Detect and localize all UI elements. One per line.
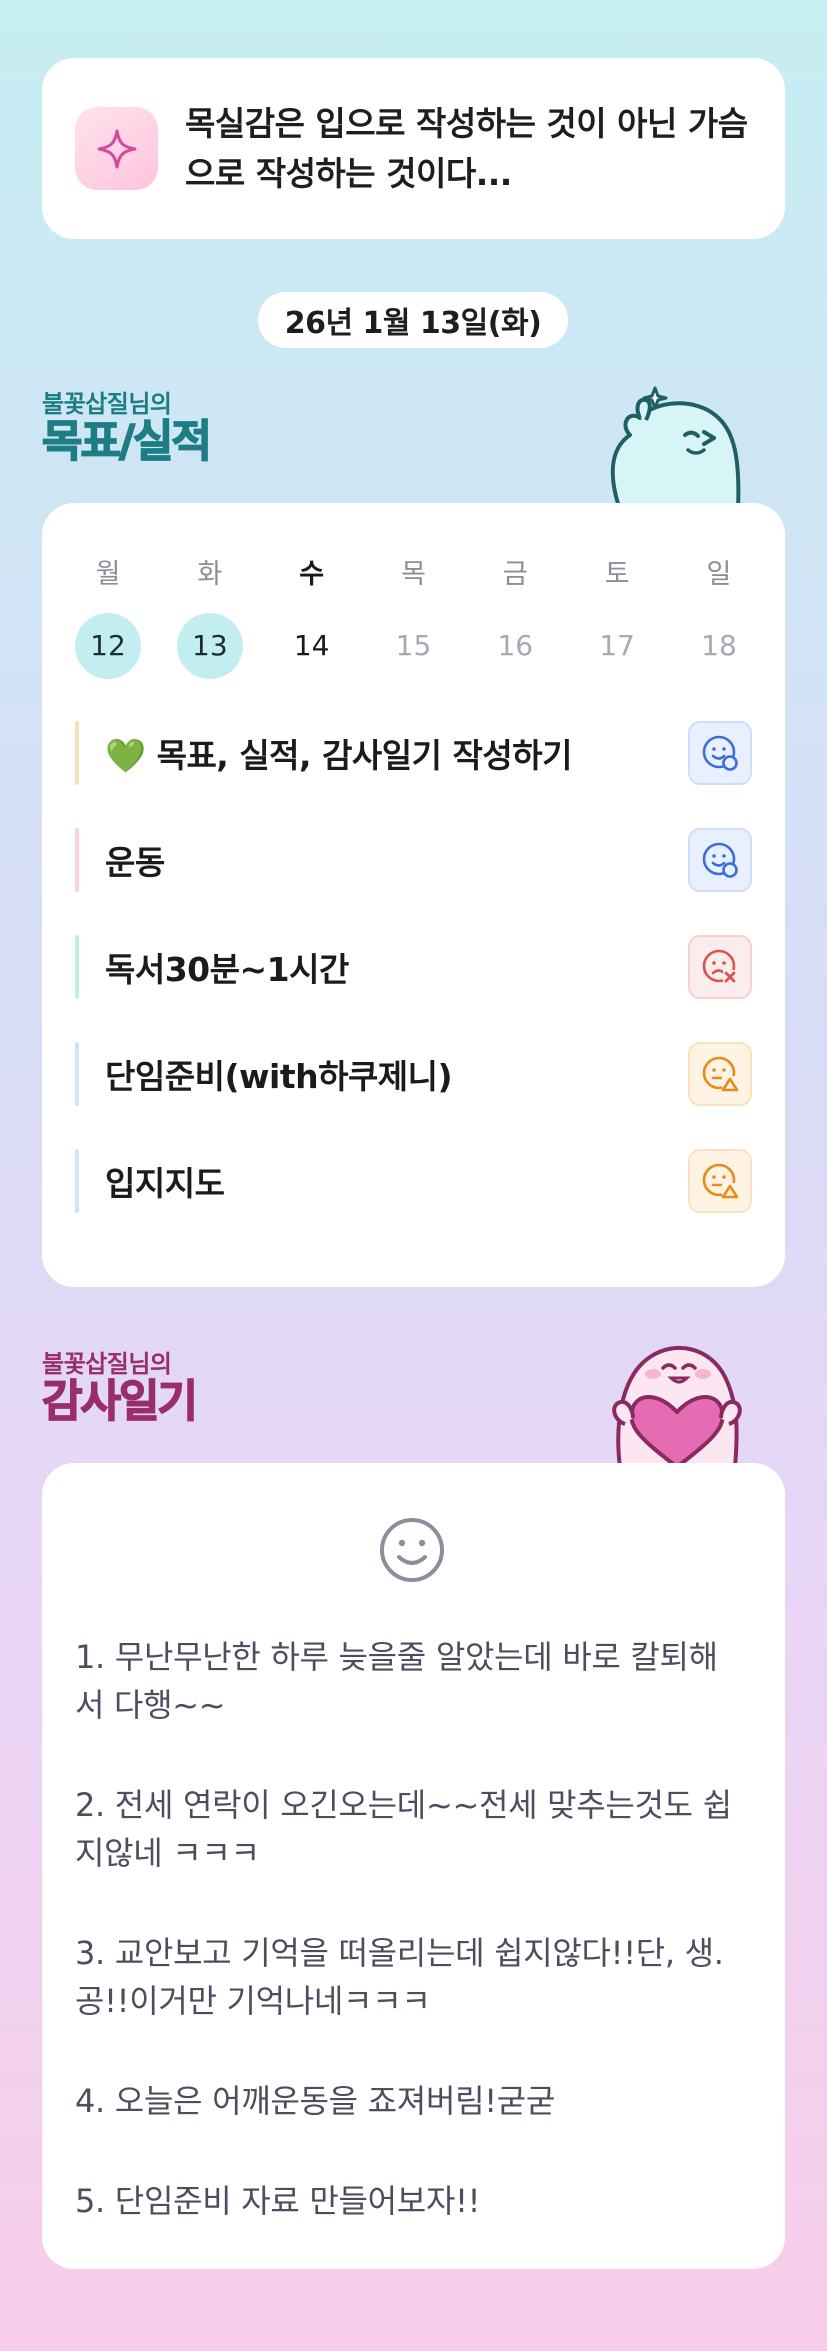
- day-of-week: 화: [197, 559, 223, 590]
- day-wed[interactable]: 수 14: [279, 555, 345, 679]
- day-sat[interactable]: 토 17: [584, 555, 650, 679]
- smile-check-icon[interactable]: [688, 721, 752, 785]
- day-number: 13: [176, 613, 243, 679]
- goals-card: 월 12 화 13 수 14 목 15 금 16 토 17 일 18 💚 목표,…: [42, 503, 785, 1287]
- goals-header: 불꽃삽질님의 목표/실적: [41, 390, 213, 467]
- day-number: 15: [395, 629, 432, 662]
- heart-mascot-icon: [595, 1332, 755, 1471]
- task-item[interactable]: 단임준비(with하쿠제니): [75, 1042, 752, 1106]
- day-number: 14: [293, 629, 330, 662]
- day-mon[interactable]: 월 12: [75, 555, 141, 679]
- goals-owner: 불꽃삽질님의: [42, 390, 172, 418]
- task-color-bar: [75, 1149, 79, 1213]
- ghost-mascot-icon: [600, 380, 750, 514]
- gratitude-title: 감사일기: [41, 1376, 198, 1427]
- task-item[interactable]: 💚 목표, 실적, 감사일기 작성하기: [75, 721, 752, 785]
- gratitude-entry: 3. 교안보고 기억을 떠올리는데 쉽지않다!!단, 생.공!!이거만 기억나네…: [75, 1934, 724, 2020]
- task-color-bar: [75, 1042, 79, 1106]
- gratitude-entry: 5. 단임준비 자료 만들어보자!!: [75, 2182, 481, 2220]
- day-tue[interactable]: 화 13: [176, 555, 243, 679]
- smile-check-icon[interactable]: [688, 828, 752, 892]
- neutral-triangle-icon[interactable]: [688, 1149, 752, 1213]
- day-of-week: 일: [706, 559, 732, 590]
- gratitude-entry: 4. 오늘은 어깨운동을 죠져버림!굳굳: [75, 2082, 556, 2120]
- task-label: 운동: [105, 843, 165, 882]
- sad-x-icon[interactable]: [688, 935, 752, 999]
- gratitude-entry: 2. 전세 연락이 오긴오는데~~전세 맞추는것도 쉽지않네 ㅋㅋㅋ: [75, 1786, 732, 1872]
- neutral-triangle-icon[interactable]: [688, 1042, 752, 1106]
- day-sun[interactable]: 일 18: [686, 555, 752, 679]
- quote-card: 목실감은 입으로 작성하는 것이 아닌 가슴으로 작성하는 것이다...: [42, 58, 785, 239]
- task-label: 입지지도: [105, 1164, 225, 1203]
- day-number: 18: [701, 629, 737, 662]
- quote-text: 목실감은 입으로 작성하는 것이 아닌 가슴으로 작성하는 것이다...: [185, 103, 748, 193]
- day-of-week: 금: [502, 559, 528, 590]
- day-of-week: 목: [401, 559, 426, 590]
- sparkle-icon: [75, 107, 158, 190]
- date-selector[interactable]: 26년 1월 13일(화): [258, 292, 568, 348]
- task-label: 단임준비(with하쿠제니): [105, 1057, 453, 1096]
- gratitude-entries: 1. 무난무난한 하루 늦을줄 알았는데 바로 칼퇴해서 다행~~ 2. 전세 …: [75, 1633, 745, 2277]
- task-label: 독서30분~1시간: [105, 950, 349, 989]
- smiley-face-icon[interactable]: [377, 1515, 447, 1589]
- task-item[interactable]: 운동: [75, 828, 752, 892]
- day-fri[interactable]: 금 16: [482, 555, 548, 679]
- gratitude-header: 불꽃삽질님의 감사일기: [41, 1350, 198, 1427]
- task-label: 💚 목표, 실적, 감사일기 작성하기: [105, 736, 572, 775]
- day-number: 17: [599, 629, 635, 662]
- day-of-week: 월: [95, 559, 121, 590]
- day-thu[interactable]: 목 15: [380, 555, 446, 679]
- gratitude-owner: 불꽃삽질님의: [42, 1350, 172, 1378]
- gratitude-card: 1. 무난무난한 하루 늦을줄 알았는데 바로 칼퇴해서 다행~~ 2. 전세 …: [42, 1463, 785, 2269]
- task-color-bar: [75, 935, 79, 999]
- day-number: 16: [497, 629, 534, 662]
- task-item[interactable]: 독서30분~1시간: [75, 935, 752, 999]
- day-of-week: 토: [604, 559, 630, 590]
- day-number: 12: [75, 613, 141, 679]
- task-color-bar: [75, 828, 79, 892]
- gratitude-entry: 1. 무난무난한 하루 늦을줄 알았는데 바로 칼퇴해서 다행~~: [75, 1638, 718, 1724]
- task-item[interactable]: 입지지도: [75, 1149, 752, 1213]
- week-strip: 월 12 화 13 수 14 목 15 금 16 토 17 일 18: [75, 555, 752, 679]
- task-color-bar: [75, 721, 79, 785]
- goals-title: 목표/실적: [41, 416, 213, 467]
- day-of-week: 수: [299, 559, 325, 590]
